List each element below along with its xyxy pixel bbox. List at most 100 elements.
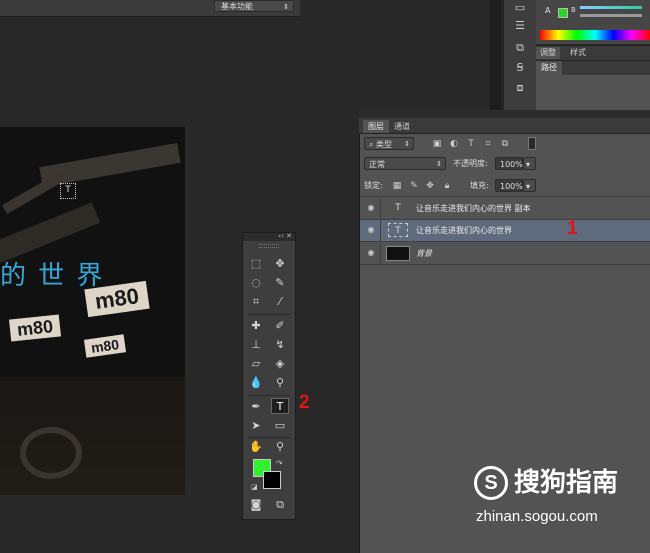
panel-grip[interactable] bbox=[259, 244, 279, 248]
opacity-value: 100% bbox=[500, 160, 523, 169]
clone-stamp-tool-icon[interactable]: ⊥ bbox=[247, 337, 265, 353]
layer-filter-dropdown[interactable]: ⌕ 类型 ⇕ bbox=[364, 137, 414, 150]
pen-tool-icon[interactable]: ✒ bbox=[247, 399, 265, 415]
tab-channels[interactable]: 通道 bbox=[389, 120, 415, 133]
canvas-headline-text: 的 世 界 bbox=[0, 261, 105, 291]
dropdown-arrows-icon: ⇕ bbox=[436, 160, 442, 168]
hand-tool-icon[interactable]: ✋ bbox=[247, 439, 265, 455]
paint-bucket-tool-icon[interactable]: ◈ bbox=[271, 356, 289, 372]
lock-position-icon[interactable]: ✥ bbox=[425, 181, 435, 191]
opacity-input[interactable]: 100% bbox=[495, 157, 523, 170]
text-layer-thumbnail-icon: T bbox=[388, 223, 408, 237]
tab-paths[interactable]: 路径 bbox=[536, 61, 562, 75]
path-selection-tool-icon[interactable]: ➤ bbox=[247, 418, 265, 434]
blur-tool-icon[interactable]: 💧 bbox=[247, 375, 265, 391]
lock-all-icon[interactable]: 🔒︎ bbox=[442, 181, 452, 191]
adjustment-filter-icon[interactable]: ◐ bbox=[449, 139, 459, 149]
eyedropper-tool-icon[interactable]: ⁄ bbox=[271, 294, 289, 310]
callout-number-2: 2 bbox=[299, 392, 310, 413]
layers-panel-header[interactable] bbox=[359, 110, 650, 118]
default-colors-icon[interactable]: ◪ bbox=[251, 483, 258, 491]
color-letter-a: A bbox=[545, 6, 551, 15]
watermark-url: zhinan.sogou.com bbox=[476, 508, 598, 525]
history-brush-tool-icon[interactable]: ↯ bbox=[271, 337, 289, 353]
workspace-dropdown[interactable]: 基本功能 ⇕ bbox=[214, 0, 294, 12]
history-icon[interactable]: ▭ bbox=[513, 2, 527, 14]
layers-tab-bar: 图层 通道 bbox=[359, 118, 650, 134]
color-slider-b[interactable] bbox=[580, 14, 642, 17]
toolbar-divider bbox=[248, 314, 290, 315]
panel-divider bbox=[490, 0, 502, 110]
character-icon[interactable]: Ꞩ bbox=[513, 62, 527, 74]
tab-layers[interactable]: 图层 bbox=[363, 120, 389, 133]
m80-sign: m80 bbox=[8, 314, 62, 342]
color-slider-g[interactable] bbox=[580, 6, 642, 9]
color-letter-b: B bbox=[571, 6, 576, 14]
visibility-eye-icon[interactable]: ◉ bbox=[366, 203, 376, 213]
rectangle-tool-icon[interactable]: ▭ bbox=[271, 418, 289, 434]
layers-divider bbox=[360, 196, 650, 197]
color-spectrum-bar[interactable] bbox=[540, 30, 650, 40]
layer-row[interactable]: ◉ 背景 bbox=[360, 243, 650, 264]
layer-row-selected[interactable]: ◉ T 让音乐走进我们内心的世界 bbox=[360, 220, 650, 241]
visibility-eye-icon[interactable]: ◉ bbox=[366, 225, 376, 235]
collapse-close-icon[interactable]: ‹‹ ✕ bbox=[278, 232, 292, 240]
lock-image-icon[interactable]: ✎ bbox=[409, 181, 419, 191]
quick-mask-icon[interactable]: ◙ bbox=[247, 497, 265, 513]
tab-adjustments[interactable]: 调整 bbox=[536, 47, 560, 59]
layer-comps-icon[interactable]: ⧉ bbox=[513, 42, 527, 54]
text-layer-thumbnail-icon: T bbox=[395, 203, 401, 213]
paths-tab-bar: 路径 bbox=[536, 60, 650, 75]
toolbar-divider bbox=[248, 437, 290, 438]
color-panel-foreground-swatch[interactable] bbox=[558, 8, 568, 18]
image-filter-icon[interactable]: ▣ bbox=[432, 139, 442, 149]
eraser-tool-icon[interactable]: ▱ bbox=[247, 356, 265, 372]
layer-name[interactable]: 让音乐走进我们内心的世界 bbox=[416, 220, 512, 241]
dodge-tool-icon[interactable]: ⚲ bbox=[271, 375, 289, 391]
visibility-eye-icon[interactable]: ◉ bbox=[366, 248, 376, 258]
layer-name[interactable]: 让音乐走进我们内心的世界 副本 bbox=[416, 198, 531, 219]
fill-value: 100% bbox=[500, 182, 523, 191]
swap-colors-icon[interactable]: ↷ bbox=[276, 459, 283, 468]
crop-tool-icon[interactable]: ⌗ bbox=[247, 294, 265, 310]
workspace-label: 基本功能 bbox=[221, 2, 253, 11]
shape-filter-icon[interactable]: ⌗ bbox=[483, 139, 493, 149]
search-icon: ⌕ bbox=[369, 140, 377, 149]
document-canvas[interactable]: 的 世 界 m80 m80 m80 T bbox=[0, 127, 185, 495]
lock-label: 锁定: bbox=[364, 181, 383, 190]
quick-select-tool-icon[interactable]: ✎ bbox=[271, 275, 289, 291]
type-filter-icon[interactable]: T bbox=[466, 139, 476, 149]
layers-divider bbox=[360, 264, 650, 265]
paragraph-icon[interactable]: ⧈ bbox=[513, 82, 527, 94]
type-tool-icon[interactable]: T bbox=[271, 398, 289, 414]
background-color-swatch[interactable] bbox=[263, 471, 281, 489]
adjustments-icon[interactable]: ☰ bbox=[513, 20, 527, 32]
zoom-tool-icon[interactable]: ⚲ bbox=[271, 439, 289, 455]
filter-kind-label: 类型 bbox=[376, 140, 393, 149]
lock-transparent-icon[interactable]: ▦ bbox=[392, 181, 402, 191]
move-tool-icon[interactable]: ✥ bbox=[271, 256, 289, 272]
canvas-stool bbox=[20, 427, 82, 479]
layer-row[interactable]: ◉ T 让音乐走进我们内心的世界 副本 bbox=[360, 198, 650, 219]
screen-mode-icon[interactable]: ⧉ bbox=[271, 497, 289, 513]
type-cursor-icon: T bbox=[60, 183, 76, 199]
fill-label: 填充: bbox=[470, 181, 489, 190]
opacity-slider-button[interactable]: ▾ bbox=[523, 157, 536, 170]
brush-tool-icon[interactable]: ✐ bbox=[271, 318, 289, 334]
tools-panel-header[interactable]: ‹‹ ✕ bbox=[243, 232, 295, 241]
lasso-tool-icon[interactable]: ◌ bbox=[247, 275, 265, 291]
layer-divider bbox=[380, 220, 381, 241]
filter-toggle-switch[interactable] bbox=[528, 137, 536, 150]
m80-sign: m80 bbox=[83, 334, 127, 358]
layer-divider bbox=[380, 243, 381, 264]
healing-brush-tool-icon[interactable]: ✚ bbox=[247, 318, 265, 334]
tab-styles[interactable]: 样式 bbox=[566, 47, 590, 59]
fill-slider-button[interactable]: ▾ bbox=[523, 179, 536, 192]
smart-object-filter-icon[interactable]: ⧉ bbox=[500, 139, 510, 149]
blend-mode-dropdown[interactable]: 正常 ⇕ bbox=[364, 157, 446, 170]
fill-input[interactable]: 100% bbox=[495, 179, 523, 192]
blend-mode-value: 正常 bbox=[369, 160, 385, 169]
marquee-tool-icon[interactable]: ⬚ bbox=[247, 256, 265, 272]
callout-number-1: 1 bbox=[567, 218, 578, 239]
layer-name[interactable]: 背景 bbox=[416, 243, 432, 264]
